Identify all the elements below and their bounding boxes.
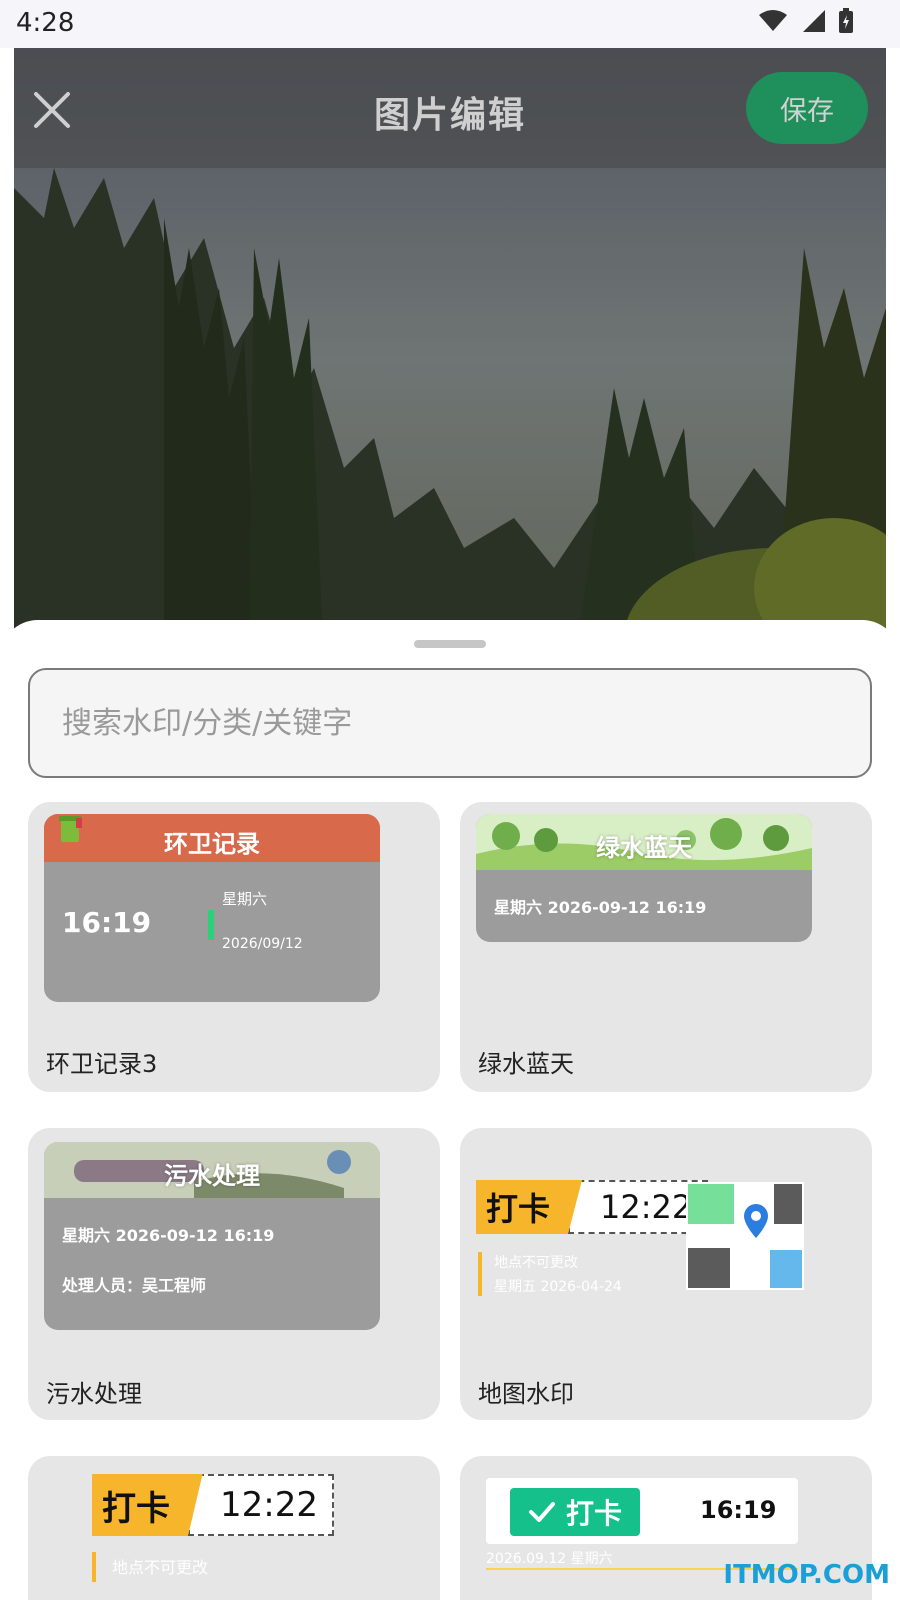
watermark-card-sanitation[interactable]: 环卫记录 16:19 星期六 2026/09/12 环卫记录3 [28,802,440,1092]
save-button[interactable]: 保存 [746,72,868,144]
check-button: 打卡 [510,1488,640,1536]
date-text: 2026.09.12 星期六 [486,1551,613,1567]
map-thumbnail [686,1182,804,1290]
checkin-panel: 打卡 16:19 [486,1478,798,1544]
check-label: 打卡 [565,1497,622,1530]
operator-text: 处理人员：吴工程师 [62,1276,207,1295]
wifi-icon [759,10,787,31]
card-label: 环卫记录3 [46,1050,158,1078]
sheet-handle[interactable] [414,640,486,648]
accent-bar [478,1252,482,1296]
checkin-badge: 打卡 12:22 [476,1180,709,1234]
battery-icon [839,8,853,33]
check-time: 16:19 [700,1496,777,1524]
clock-time: 16:19 [62,906,152,939]
watermark-card-map[interactable]: 打卡 12:22 地点不可更改 星期五 2026-04-24 地图水印 [460,1128,872,1420]
date-text: 星期五 2026-04-24 [494,1279,622,1295]
card-label: 地图水印 [478,1380,574,1408]
watermark-card-sewage[interactable]: 污水处理 星期六 2026-09-12 16:19 处理人员：吴工程师 污水处理 [28,1128,440,1420]
date-text: 2026/09/12 [222,936,303,952]
datetime-text: 星期六 2026-09-12 16:19 [62,1226,275,1245]
banner-title: 污水处理 [164,1162,260,1190]
datetime-text: 星期六 2026-09-12 16:19 [494,898,707,917]
accent-bar [92,1552,96,1582]
badge-time: 12:22 [188,1474,334,1536]
watermark-card-green-water[interactable]: 绿水蓝天 星期六 2026-09-12 16:19 绿水蓝天 [460,802,872,1092]
watermark-preview: 环卫记录 16:19 星期六 2026/09/12 [44,814,380,1002]
watermark-preview: 污水处理 星期六 2026-09-12 16:19 处理人员：吴工程师 [44,1142,380,1330]
status-bar: 4:28 [0,0,900,48]
site-watermark: ITMOP.COM [723,1560,890,1590]
badge-label: 打卡 [92,1474,206,1536]
location-note: 地点不可更改 [112,1558,209,1577]
recycle-bin-icon [59,816,82,842]
banner-title: 绿水蓝天 [596,834,692,862]
watermark-card-checkin[interactable]: 打卡 12:22 地点不可更改 [28,1456,440,1600]
status-icons [758,8,854,34]
checkmark-icon [528,1502,555,1522]
divider-bar [208,910,214,940]
card-label: 污水处理 [46,1380,142,1408]
banner-title: 环卫记录 [164,830,260,858]
signal-icon [803,10,825,32]
watermark-sheet: 环卫记录 16:19 星期六 2026/09/12 环卫记录3 绿水蓝天 星期六… [0,620,900,1600]
location-note: 地点不可更改 [494,1255,578,1271]
weekday-text: 星期六 [222,890,268,908]
card-label: 绿水蓝天 [478,1050,574,1078]
badge-label: 打卡 [476,1180,587,1234]
watermark-preview: 绿水蓝天 星期六 2026-09-12 16:19 [476,814,812,942]
status-time: 4:28 [16,8,75,38]
search-input[interactable] [28,668,872,778]
checkin-badge: 打卡 12:22 [92,1474,334,1536]
